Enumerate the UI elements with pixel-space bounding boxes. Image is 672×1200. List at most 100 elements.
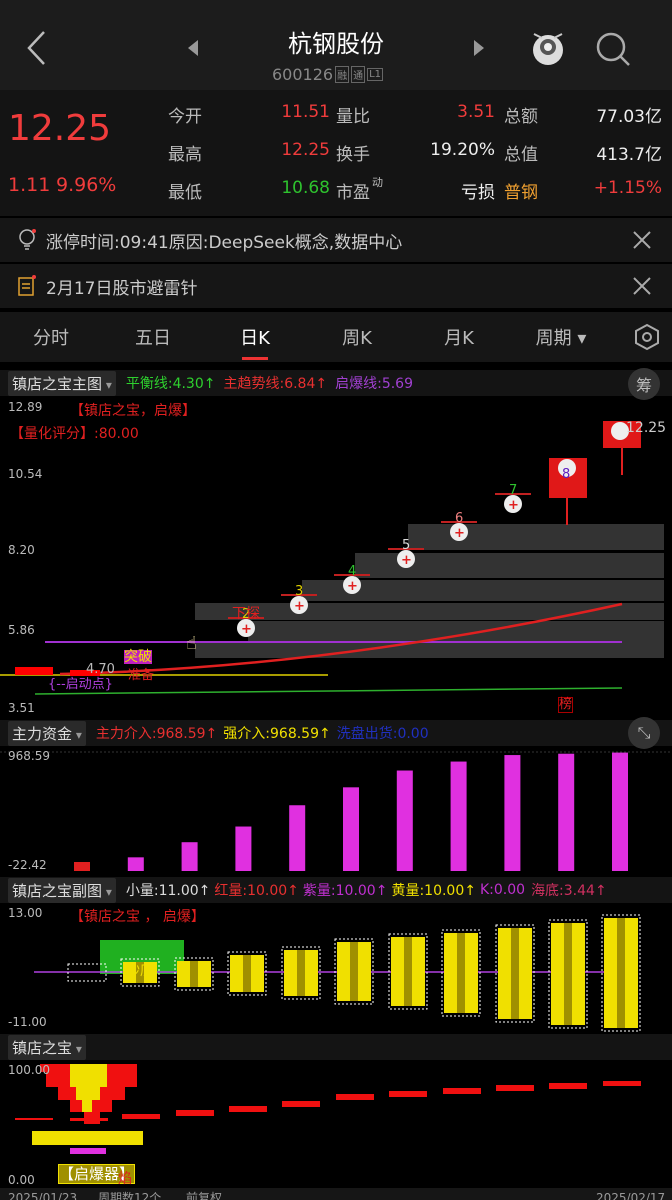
plus-icon: + [241,622,252,637]
back-icon[interactable] [24,30,48,66]
y-label: 10.54 [8,467,43,481]
dropdown-icon: ▾ [577,328,587,349]
score-dash [122,1114,160,1119]
quote-label: 普钢 [504,183,538,203]
k-value: K:0.00 [479,882,526,898]
yellow-volume-value: 黄量:10.00↑ [391,883,476,899]
support-zone [195,641,664,658]
score-dash [443,1088,481,1094]
tab-period[interactable]: 周期 ▾ [510,324,612,350]
signal-title: 【镇店之宝 ， 启爆】 [70,909,205,925]
last-price-label: 12.25 [626,420,667,436]
stock-code-row: 600126 融 通 L1 [272,65,384,84]
balance-line [34,687,623,695]
mascot-icon[interactable] [528,26,568,70]
marker-number: 4 [348,564,356,579]
score-dash [603,1081,641,1086]
rank-badge: 榜 [558,697,574,713]
score-dash [229,1106,267,1112]
y-min-label: 0.00 [8,1173,35,1187]
quote-value: 19.20% [430,140,495,160]
expand-icon[interactable]: ⤡ [628,717,660,749]
money-bar [450,761,467,871]
start-date: 2025/01/23 [8,1191,78,1200]
quote-value: 77.03亿 [596,107,662,127]
main-indicator-select[interactable]: 镇店之宝主图 [8,370,116,396]
notice-text: 2月17日股市避雷针 [46,278,198,299]
support-zone [248,621,664,641]
tab-monthly-k[interactable]: 月K [408,324,510,350]
marker-number: 8 [562,467,570,482]
y-label: 5.86 [8,623,35,637]
quote-label: 市盈 [336,183,370,203]
prev-stock-icon[interactable] [186,40,200,56]
tab-weekly-k[interactable]: 周K [306,324,408,350]
period-count: 周期数12个 [98,1191,162,1200]
tab-five-day[interactable]: 五日 [102,324,204,350]
next-stock-icon[interactable] [472,40,486,56]
quote-label: 最高 [168,145,202,165]
y-max-label: 13.00 [8,906,43,920]
y-min-label: 3.51 [8,701,35,715]
plus-icon: + [508,498,519,513]
volume-bar-core [350,942,358,1001]
quote-value: 413.7亿 [596,145,662,165]
stock-code: 600126 [272,65,334,84]
close-icon[interactable] [632,230,652,250]
support-zone [195,603,664,620]
settings-icon[interactable] [632,322,662,352]
money-bar [504,755,521,871]
sub-indicator-bar: 镇店之宝副图 小量:11.00↑ 红量:10.00↑ 紫量:10.00↑ 黄量:… [0,877,672,903]
stock-title: 杭钢股份 [288,30,384,58]
score-dash [282,1101,320,1107]
pe-dynamic-mark: 动 [372,176,383,189]
money-bar [343,787,359,871]
marker-number: 3 [295,584,303,599]
limit-up-notice[interactable]: 涨停时间:09:41原因:DeepSeek概念,数据中心 [0,218,672,262]
notice-text: 涨停时间:09:41原因:DeepSeek概念,数据中心 [46,232,403,253]
plus-icon: + [401,553,412,568]
washout-value: 洗盘出货:0.00 [336,726,429,742]
volume-bar-core [617,918,625,1028]
badge-l1: L1 [367,68,384,81]
money-bar [181,842,198,871]
quote-value: 10.68 [281,178,330,198]
search-icon[interactable] [594,30,634,70]
score-dash [176,1110,214,1116]
plus-icon: + [347,579,358,594]
volume-bar-core [404,937,412,1006]
hand-icon: ☝ [186,633,197,654]
red-volume-value: 红量:10.00↑ [214,883,299,899]
quote-value: +1.15% [593,178,662,198]
money-bar [235,826,252,871]
end-date: 2025/02/17 [596,1191,666,1200]
volume-bar-core [243,955,251,992]
close-icon[interactable] [632,276,652,296]
badge-rong: 融 [335,66,350,83]
risk-notice[interactable]: 2月17日股市避雷针 [0,264,672,308]
support-zone [408,524,664,550]
quote-value: 3.51 [457,102,495,122]
flame-label: 焰 [118,1171,132,1187]
money-bar [612,752,628,871]
tab-period-label: 周期 [535,328,572,349]
adjust-mode[interactable]: 前复权 [186,1188,222,1200]
bottom-indicator-select[interactable]: 镇店之宝 [8,1034,86,1060]
badge-tong: 通 [351,66,366,83]
strong-inflow-value: 强介入:968.59↑ [223,726,331,742]
tab-intraday[interactable]: 分时 [0,324,102,350]
money-flow-chart[interactable] [0,748,672,874]
tab-daily-k[interactable]: 日K [204,324,306,360]
trend-line-value: 主趋势线:6.84↑ [223,376,328,392]
chip-button[interactable]: 筹 [628,368,660,400]
score-dash [496,1085,534,1091]
money-indicator-select[interactable]: 主力资金 [8,720,86,746]
y-min-label: -22.42 [8,858,47,872]
money-bar [74,862,90,871]
purple-volume-value: 紫量:10.00↑ [302,883,388,899]
price-change: 1.11 [8,174,51,196]
signal-title: 【镇店之宝，启爆】 [70,403,196,419]
quote-label: 今开 [168,107,202,127]
sub-indicator-select[interactable]: 镇店之宝副图 [8,877,116,903]
plus-icon: + [454,526,465,541]
